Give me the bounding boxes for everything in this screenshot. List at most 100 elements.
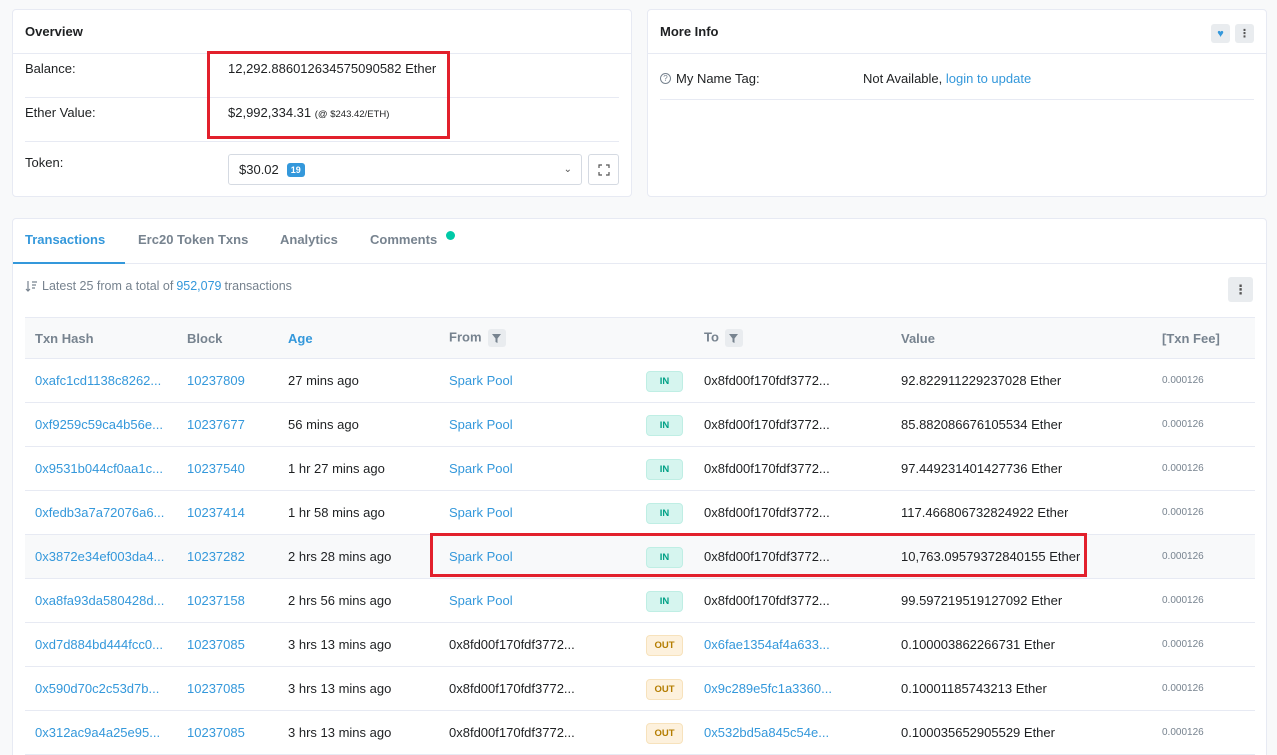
more-options-button[interactable]: ⋮ (1235, 24, 1254, 43)
more-info-title: More Info (648, 10, 1266, 54)
chevron-down-icon: ⌄ (563, 164, 572, 175)
direction-badge: OUT (646, 723, 683, 744)
block-link[interactable]: 10237085 (187, 637, 245, 652)
login-link[interactable]: login to update (946, 71, 1031, 86)
tab-comments[interactable]: Comments (370, 232, 437, 247)
txn-fee-cell: 0.000126 (1162, 419, 1204, 430)
value-cell: 0.10001185743213 Ether (901, 681, 1047, 696)
txn-hash-link[interactable]: 0x312ac9a4a25e95... (35, 725, 175, 740)
from-cell[interactable]: Spark Pool (449, 593, 589, 608)
block-link[interactable]: 10237677 (187, 417, 245, 432)
favorite-button[interactable]: ♥ (1211, 24, 1230, 43)
block-link[interactable]: 10237414 (187, 505, 245, 520)
tab-bar: Transactions Erc20 Token Txns Analytics … (13, 219, 1266, 264)
value-cell: 117.466806732824922 Ether (901, 505, 1069, 520)
from-cell[interactable]: Spark Pool (449, 417, 589, 432)
from-cell: 0x8fd00f170fdf3772... (449, 637, 575, 652)
token-dropdown[interactable]: $30.02 19 ⌄ (228, 154, 582, 185)
age-cell: 2 hrs 28 mins ago (288, 549, 392, 564)
from-cell[interactable]: Spark Pool (449, 549, 589, 564)
col-from-label: From (449, 329, 482, 345)
heart-icon: ♥ (1217, 27, 1224, 40)
block-link[interactable]: 10237085 (187, 725, 245, 740)
txn-fee-cell: 0.000126 (1162, 463, 1204, 474)
col-txn-fee[interactable]: [Txn Fee] (1162, 331, 1220, 346)
name-tag-row: ? My Name Tag: (660, 71, 760, 86)
txn-hash-link[interactable]: 0x9531b044cf0aa1c... (35, 461, 175, 476)
age-cell: 3 hrs 13 mins ago (288, 725, 392, 740)
direction-badge: OUT (646, 635, 683, 656)
age-cell: 1 hr 58 mins ago (288, 505, 385, 520)
balance-label: Balance: (25, 60, 76, 76)
age-cell: 27 mins ago (288, 373, 359, 388)
sort-icon (25, 281, 37, 292)
age-cell: 56 mins ago (288, 417, 359, 432)
txn-hash-link[interactable]: 0xa8fa93da580428d... (35, 593, 175, 608)
to-cell[interactable]: 0x9c289e5fc1a3360... (704, 681, 844, 696)
table-row: 0xa8fa93da580428d... 10237158 2 hrs 56 m… (25, 579, 1255, 623)
token-label: Token: (25, 154, 64, 170)
divider (660, 99, 1254, 100)
table-row: 0x3872e34ef003da4... 10237282 2 hrs 28 m… (25, 535, 1255, 579)
age-cell: 2 hrs 56 mins ago (288, 593, 392, 608)
ether-value-label: Ether Value: (25, 104, 96, 120)
table-row: 0xd7d884bd444fcc0... 10237085 3 hrs 13 m… (25, 623, 1255, 667)
col-age[interactable]: Age (288, 331, 313, 346)
from-cell[interactable]: Spark Pool (449, 373, 589, 388)
txn-hash-link[interactable]: 0xd7d884bd444fcc0... (35, 637, 175, 652)
table-row: 0xafc1cd1138c8262... 10237809 27 mins ag… (25, 359, 1255, 403)
to-cell: 0x8fd00f170fdf3772... (704, 373, 830, 388)
txn-fee-cell: 0.000126 (1162, 551, 1204, 562)
txn-fee-cell: 0.000126 (1162, 375, 1204, 386)
from-cell: 0x8fd00f170fdf3772... (449, 725, 575, 740)
to-cell[interactable]: 0x532bd5a845c54e... (704, 725, 844, 740)
block-link[interactable]: 10237540 (187, 461, 245, 476)
block-link[interactable]: 10237809 (187, 373, 245, 388)
tab-transactions[interactable]: Transactions (25, 232, 105, 247)
transactions-card: Transactions Erc20 Token Txns Analytics … (12, 218, 1267, 755)
table-options-button[interactable]: ⋮ (1228, 277, 1253, 302)
txn-hash-link[interactable]: 0x590d70c2c53d7b... (35, 681, 175, 696)
value-cell: 85.882086676105534 Ether (901, 417, 1063, 432)
value-cell: 99.597219519127092 Ether (901, 593, 1063, 608)
question-circle-icon: ? (660, 73, 671, 84)
filter-icon[interactable] (724, 329, 743, 347)
divider (25, 141, 619, 142)
txn-hash-link[interactable]: 0xafc1cd1138c8262... (35, 373, 175, 388)
total-transactions-link[interactable]: 952,079 (176, 279, 221, 293)
direction-badge: IN (646, 371, 683, 392)
to-cell: 0x8fd00f170fdf3772... (704, 593, 830, 608)
value-cell: 92.822911229237028 Ether (901, 373, 1062, 388)
value-cell: 97.449231401427736 Ether (901, 461, 1063, 476)
from-cell[interactable]: Spark Pool (449, 505, 589, 520)
transactions-summary: Latest 25 from a total of 952,079 transa… (25, 279, 292, 293)
txn-hash-link[interactable]: 0xfedb3a7a72076a6... (35, 505, 175, 520)
summary-prefix: Latest 25 from a total of (42, 279, 174, 293)
tab-analytics[interactable]: Analytics (280, 232, 338, 247)
from-cell[interactable]: Spark Pool (449, 461, 589, 476)
summary-suffix: transactions (224, 279, 292, 293)
table-row: 0xfedb3a7a72076a6... 10237414 1 hr 58 mi… (25, 491, 1255, 535)
txn-fee-cell: 0.000126 (1162, 595, 1204, 606)
direction-badge: IN (646, 503, 683, 524)
txn-hash-link[interactable]: 0xf9259c59ca4b56e... (35, 417, 175, 432)
txn-hash-link[interactable]: 0x3872e34ef003da4... (35, 549, 175, 564)
divider (25, 97, 619, 98)
block-link[interactable]: 10237085 (187, 681, 245, 696)
filter-icon[interactable] (487, 329, 506, 347)
ether-price: (@ $243.42/ETH) (314, 108, 390, 120)
direction-badge: IN (646, 547, 683, 568)
token-value: $30.02 (239, 162, 279, 177)
overview-title: Overview (13, 10, 631, 54)
to-cell[interactable]: 0x6fae1354af4a633... (704, 637, 844, 652)
name-tag-value-wrap: Not Available, login to update (863, 71, 1031, 86)
block-link[interactable]: 10237158 (187, 593, 245, 608)
expand-button[interactable] (588, 154, 619, 185)
table-row: 0x312ac9a4a25e95... 10237085 3 hrs 13 mi… (25, 711, 1255, 755)
direction-badge: IN (646, 591, 683, 612)
age-cell: 1 hr 27 mins ago (288, 461, 385, 476)
tab-erc20-token-txns[interactable]: Erc20 Token Txns (138, 232, 248, 247)
block-link[interactable]: 10237282 (187, 549, 245, 564)
vertical-dots-icon: ⋮ (1234, 281, 1247, 297)
col-value: Value (901, 331, 935, 346)
